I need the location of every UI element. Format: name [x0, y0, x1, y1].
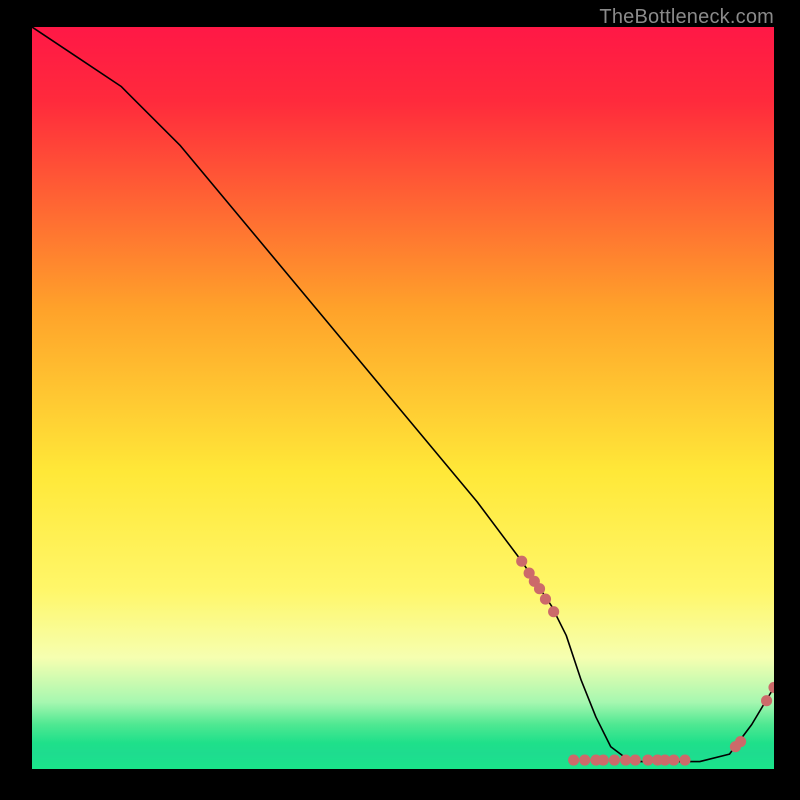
data-marker	[679, 755, 690, 766]
bottleneck-curve	[32, 27, 774, 762]
data-marker	[768, 682, 774, 693]
markers-group	[516, 556, 774, 766]
chart-stage: TheBottleneck.com	[0, 0, 800, 800]
data-marker	[761, 695, 772, 706]
data-marker	[642, 755, 653, 766]
data-marker	[548, 606, 559, 617]
data-marker	[568, 755, 579, 766]
data-marker	[534, 583, 545, 594]
data-marker	[540, 594, 551, 605]
data-marker	[735, 736, 746, 747]
data-marker	[609, 755, 620, 766]
plot-area	[32, 27, 774, 769]
chart-overlay	[32, 27, 774, 769]
data-marker	[516, 556, 527, 567]
data-marker	[668, 755, 679, 766]
watermark-text: TheBottleneck.com	[599, 6, 774, 29]
data-marker	[579, 755, 590, 766]
data-marker	[620, 755, 631, 766]
data-marker	[598, 755, 609, 766]
data-marker	[630, 755, 641, 766]
